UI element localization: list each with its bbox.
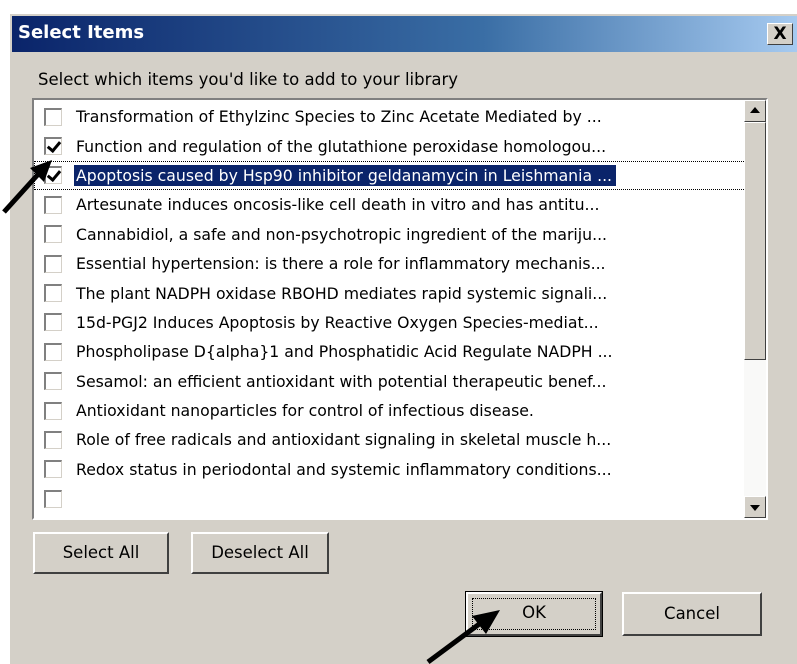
item-label: The plant NADPH oxidase RBOHD mediates r… [76,283,608,303]
item-checkbox[interactable] [44,372,62,391]
ok-button-label: OK [522,603,546,622]
dialog-title: Select Items [18,22,145,43]
item-label: Cannabidiol, a safe and non-psychotropic… [76,224,608,244]
annotation-arrow-icon [2,160,52,214]
item-label: Transformation of Ethylzinc Species to Z… [76,107,602,127]
item-label: Role of free radicals and antioxidant si… [76,430,612,450]
list-item[interactable]: Phospholipase D{alpha}1 and Phosphatidic… [34,337,746,366]
list-item[interactable]: Apoptosis caused by Hsp90 inhibitor geld… [34,160,746,191]
item-checkbox[interactable] [44,430,62,449]
item-label: Sesamol: an efficient antioxidant with p… [76,371,607,391]
scroll-down-arrow-icon[interactable] [744,496,766,518]
cancel-button[interactable]: Cancel [622,592,762,636]
select-all-button[interactable]: Select All [33,532,169,574]
title-bar[interactable]: Select Items X [12,16,797,52]
item-label: Essential hypertension: is there a role … [76,254,606,274]
item-checkbox[interactable] [44,254,62,273]
item-label: Apoptosis caused by Hsp90 inhibitor geld… [74,164,617,186]
annotation-arrow-icon [426,610,500,664]
list-item[interactable]: Redox status in periodontal and systemic… [34,455,746,484]
close-button[interactable]: X [767,23,793,45]
item-checkbox[interactable] [44,342,62,361]
item-label: Artesunate induces oncosis-like cell dea… [76,195,600,215]
list-item[interactable]: Artesunate induces oncosis-like cell dea… [34,190,746,219]
list-item[interactable]: Cannabidiol, a safe and non-psychotropic… [34,220,746,249]
list-item[interactable]: 15d-PGJ2 Induces Apoptosis by Reactive O… [34,308,746,337]
item-checkbox[interactable] [44,107,62,126]
list-item[interactable]: Function and regulation of the glutathio… [34,131,746,160]
items-list: Transformation of Ethylzinc Species to Z… [34,102,746,513]
item-checkbox[interactable] [44,489,62,508]
list-item[interactable]: Role of free radicals and antioxidant si… [34,425,746,454]
item-label: Redox status in periodontal and systemic… [76,459,612,479]
list-item[interactable]: The plant NADPH oxidase RBOHD mediates r… [34,278,746,307]
item-label: Phospholipase D{alpha}1 and Phosphatidic… [76,342,613,362]
items-listbox[interactable]: Transformation of Ethylzinc Species to Z… [32,98,768,520]
list-item[interactable]: Transformation of Ethylzinc Species to Z… [34,102,746,131]
item-checkbox[interactable] [44,225,62,244]
list-item[interactable]: Antioxidant nanoparticles for control of… [34,396,746,425]
scrollbar-thumb[interactable] [744,122,766,360]
item-label: 15d-PGJ2 Induces Apoptosis by Reactive O… [76,312,599,332]
item-checkbox[interactable] [44,460,62,479]
item-checkbox[interactable] [44,284,62,303]
scroll-up-arrow-icon[interactable] [744,100,766,122]
item-checkbox[interactable] [44,401,62,420]
list-item[interactable]: Essential hypertension: is there a role … [34,249,746,278]
list-item[interactable]: Sesamol: an efficient antioxidant with p… [34,367,746,396]
deselect-all-button[interactable]: Deselect All [191,532,329,574]
item-checkbox[interactable] [44,313,62,332]
instruction-label: Select which items you'd like to add to … [38,70,459,89]
item-label [74,498,80,500]
item-label: Antioxidant nanoparticles for control of… [76,401,534,421]
list-item[interactable] [34,484,746,513]
vertical-scrollbar[interactable] [744,100,766,518]
item-label: Function and regulation of the glutathio… [76,136,607,156]
